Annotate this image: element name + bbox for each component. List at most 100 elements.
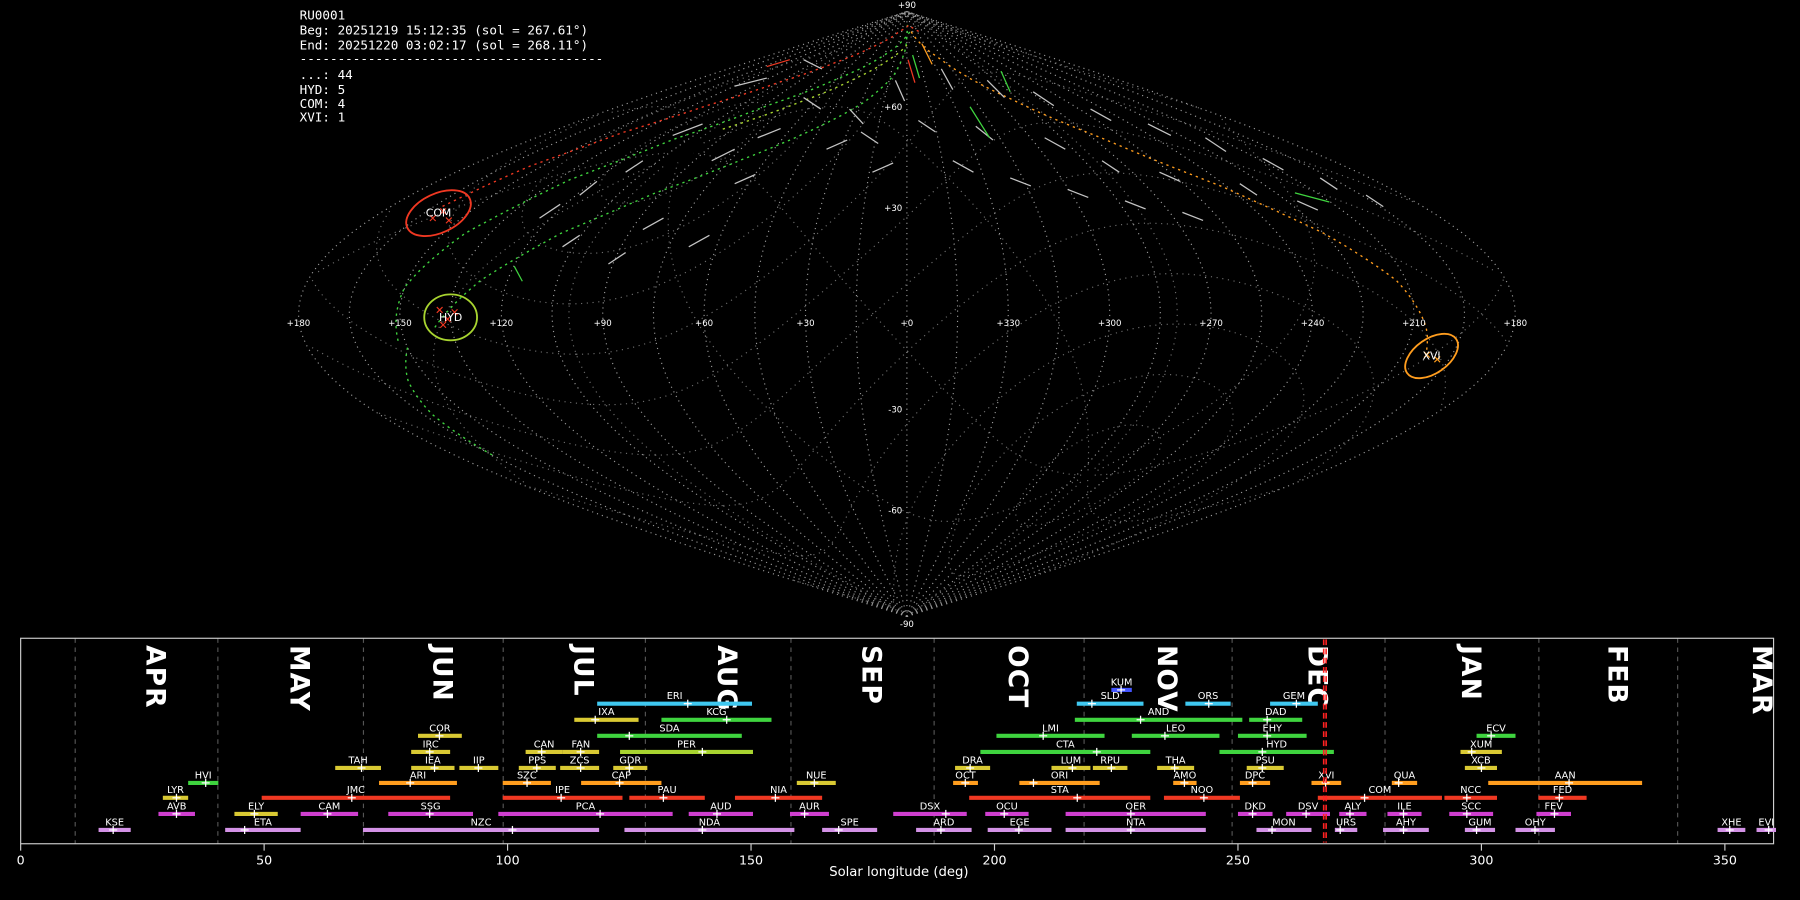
shower-label-COM: COM	[1368, 785, 1391, 796]
shower-label-DRA: DRA	[962, 755, 983, 766]
meteor-trail	[921, 43, 933, 65]
shower-label-RPU: RPU	[1100, 755, 1120, 766]
shower-label-NTA: NTA	[1126, 817, 1145, 828]
lon-label: +300	[1098, 319, 1122, 329]
activity-timeline: APR MAY JUN JUL AUG SEP OCT NOV DEC JAN FEB MARKUME…	[17, 637, 1777, 867]
map-meridian-line	[906, 11, 1161, 617]
meteor-trail	[672, 123, 703, 137]
end-time: End: 20251220 03:02:17 (sol = 268.11°)	[300, 37, 588, 52]
meteor-trail	[1000, 70, 1011, 93]
map-meridian-line	[906, 10, 1466, 617]
axis-tick-label: 300	[1469, 852, 1493, 867]
begin-time: Beg: 20251219 15:12:35 (sol = 267.61°)	[300, 22, 588, 37]
shower-label-NIA: NIA	[770, 785, 787, 796]
shower-label-PCA: PCA	[576, 801, 596, 812]
shower-label-NOO: NOO	[1191, 785, 1214, 796]
meteor-trail	[1239, 183, 1258, 196]
month-label-DEC: DEC	[1302, 645, 1333, 708]
shower-label-ECV: ECV	[1486, 723, 1506, 734]
map-overlay-parallel	[375, 222, 1447, 507]
axis-tick-label: 100	[496, 852, 520, 867]
meteor-trail	[803, 97, 822, 110]
shower-label-NUE: NUE	[806, 770, 827, 781]
map-meridian-line	[906, 11, 1111, 617]
x-axis-title: Solar longitude (deg)	[829, 865, 968, 880]
month-label-FEB: FEB	[1601, 645, 1632, 705]
meteor-trail	[1124, 200, 1146, 210]
lat-label: -90	[900, 620, 914, 630]
map-meridian-line	[500, 10, 908, 617]
shower-label-AHY: AHY	[1396, 817, 1416, 828]
meteor-trail	[734, 173, 756, 185]
month-label-SEP: SEP	[856, 645, 887, 705]
count-com: COM: 4	[300, 96, 346, 111]
meteor-trail	[952, 160, 974, 173]
meteor-trail	[1296, 200, 1319, 211]
shower-label-ILE: ILE	[1397, 801, 1411, 812]
shower-label-MON: MON	[1272, 817, 1295, 828]
month-label-NOV: NOV	[1151, 645, 1182, 713]
axis-tick-label: 50	[256, 852, 272, 867]
shower-label-ORS: ORS	[1198, 691, 1219, 702]
lat-label: +60	[884, 103, 902, 113]
month-label-JUN: JUN	[426, 643, 457, 702]
meteor-trail	[562, 234, 581, 248]
shower-label-EHY: EHY	[1263, 723, 1282, 734]
info-panel: RU0001 Beg: 20251219 15:12:35 (sol = 267…	[300, 8, 604, 125]
shower-label-URS: URS	[1336, 817, 1356, 828]
shower-label-SPE: SPE	[841, 817, 859, 828]
shower-label-ERI: ERI	[667, 691, 683, 702]
map-overlay-meridian	[611, 105, 1316, 471]
meteor-trail	[608, 252, 626, 265]
drift-curve-yellowgreen	[722, 44, 908, 130]
axis-tick-label: 150	[739, 852, 763, 867]
axis-tick-label: 200	[982, 852, 1006, 867]
shower-label-NZC: NZC	[471, 817, 492, 828]
map-overlay-meridian	[693, 152, 1082, 476]
meteor-trail	[1090, 108, 1112, 122]
sky-map: COM HYD XVI +90 +60 +30 -30 -60 -90 +180 +150 +120 +…	[287, 1, 1527, 630]
lon-label: +120	[489, 319, 513, 329]
shower-label-SSG: SSG	[421, 801, 441, 812]
shower-label-KCG: KCG	[706, 707, 726, 718]
shower-label-IXA: IXA	[598, 707, 615, 718]
meteor-trail	[625, 160, 644, 173]
drift-curve-green	[395, 28, 912, 341]
map-meridian-line	[906, 10, 1314, 617]
meteor-trail	[940, 68, 954, 90]
map-meridian-line	[703, 11, 908, 617]
map-overlay-meridian	[698, 14, 1178, 470]
shower-label-DSV: DSV	[1298, 801, 1319, 812]
meteor-trail	[986, 79, 1005, 99]
shower-label-TAH: TAH	[347, 755, 367, 766]
shower-label-HYD: HYD	[1266, 739, 1287, 750]
shower-label-IEA: IEA	[425, 755, 441, 766]
meteor-trail	[826, 139, 848, 150]
shower-label-FED: FED	[1553, 785, 1572, 796]
meteor-trail	[975, 125, 994, 141]
meteor-trail	[1044, 137, 1066, 150]
month-label-APR: APR	[140, 645, 171, 709]
shower-label-QUA: QUA	[1394, 770, 1416, 781]
map-meridian-line	[652, 11, 908, 617]
lon-label: +60	[695, 319, 713, 329]
shower-label-XUM: XUM	[1470, 739, 1492, 750]
shower-label-STA: STA	[1051, 785, 1069, 796]
map-overlay-parallel	[948, 373, 1234, 577]
shower-label-JMC: JMC	[346, 785, 365, 796]
shower-label-IPE: IPE	[555, 785, 570, 796]
shower-label-AND: AND	[1148, 707, 1169, 718]
month-label-JAN: JAN	[1455, 643, 1486, 701]
count-hyd: HYD: 5	[300, 82, 346, 97]
lon-label: +180	[1504, 319, 1528, 329]
shower-label-ZCS: ZCS	[570, 755, 590, 766]
shower-label-ALY: ALY	[1344, 801, 1361, 812]
radiant-label-HYD: HYD	[439, 311, 462, 324]
map-overlay-parallel	[598, 101, 766, 204]
divider: ----------------------------------------	[300, 51, 604, 66]
lon-label: +330	[996, 319, 1020, 329]
shower-label-GUM: GUM	[1468, 817, 1491, 828]
meteor-trail	[642, 217, 664, 231]
meteor-trail	[688, 234, 710, 248]
meteor-trail	[1365, 194, 1384, 208]
